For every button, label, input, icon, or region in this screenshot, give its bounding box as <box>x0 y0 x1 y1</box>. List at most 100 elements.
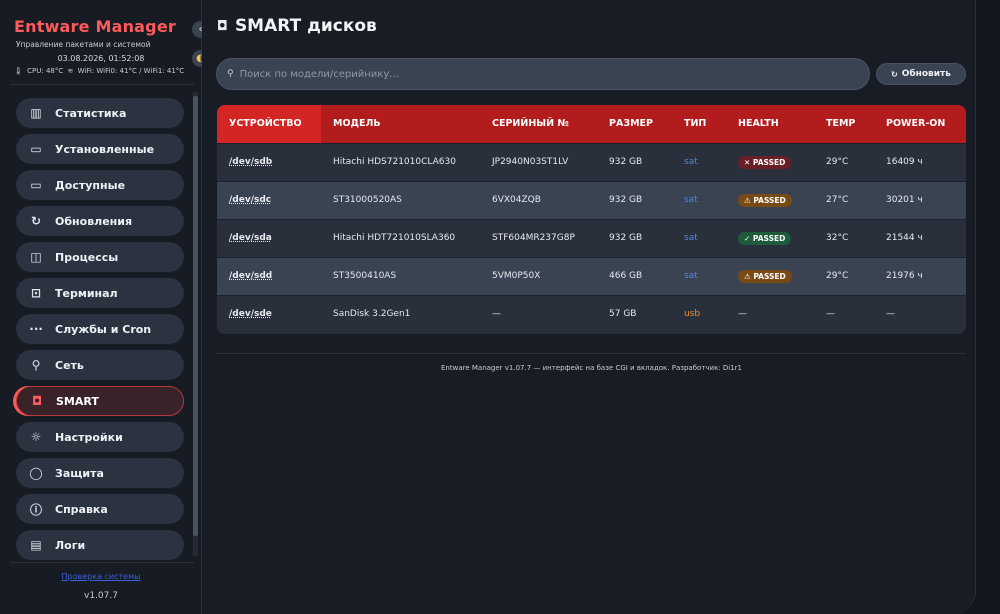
wifi-icon: ≋ <box>67 67 74 75</box>
network-icon: ⚲ <box>31 358 41 372</box>
brand-title: Entware Manager <box>14 17 176 36</box>
page-title-text: SMART дисков <box>234 16 377 36</box>
sidebar-scrollbar-thumb[interactable] <box>193 96 198 536</box>
col-header-serial[interactable]: СЕРИЙНЫЙ № <box>480 105 597 143</box>
table-header-row: УСТРОЙСТВО МОДЕЛЬ СЕРИЙНЫЙ № РАЗМЕР ТИП … <box>217 105 966 143</box>
sidebar-footer-divider <box>10 562 194 563</box>
main-divider <box>217 353 966 354</box>
table-row[interactable]: /dev/sda Hitachi HDT721010SLA360 STF604MR2… <box>217 219 966 257</box>
health-cell: ✓ PASSED <box>726 219 814 257</box>
refresh-button[interactable]: ↻ Обновить <box>876 63 966 85</box>
health-badge: ⚠ PASSED <box>738 193 792 207</box>
page-footer: Entware Manager v1.07.7 — интерфейс на б… <box>440 364 742 372</box>
main-panel: ◘ SMART дисков ⚲ Поиск по модели/серийни… <box>202 0 976 614</box>
col-header-power-on[interactable]: POWER-ON <box>874 105 966 143</box>
thermometer-icon: 🌡 <box>14 67 23 75</box>
size-cell: 57 GB <box>609 309 637 320</box>
sidebar-version: v1.07.7 <box>84 591 118 601</box>
table-row[interactable]: /dev/sde SanDisk 3.2Gen1 — 57 GB usb — — — <box>217 295 966 333</box>
col-header-type[interactable]: ТИП <box>672 105 726 143</box>
temp-cell: 32°C <box>826 233 849 243</box>
col-header-device[interactable]: УСТРОЙСТВО <box>217 105 321 143</box>
device-cell[interactable]: /dev/sda <box>217 219 321 257</box>
search-input[interactable]: ⚲ Поиск по модели/серийнику... <box>216 58 870 90</box>
sidebar-item-0[interactable]: ▥ Статистика <box>16 98 184 128</box>
table-row[interactable]: /dev/sdd ST3500410AS 5VM0P50X 466 GB sat ⚠ PA… <box>217 257 966 295</box>
sidebar-item-label: Доступные <box>55 178 126 192</box>
sidebar-item-8[interactable]: ◘ SMART <box>16 386 184 416</box>
health-cell: ⚠ PASSED <box>726 257 814 295</box>
stats-icon: ▥ <box>30 106 42 120</box>
sidebar-item-11[interactable]: ⓘ Справка <box>16 494 184 524</box>
sidebar-item-6[interactable]: ∙∙∙ Службы и Cron <box>16 314 184 344</box>
sidebar-item-10[interactable]: ◯ Защита <box>16 458 184 488</box>
refresh-icon: ↻ <box>30 214 42 228</box>
dots-icon: ∙∙∙ <box>29 322 43 336</box>
sidebar-item-1[interactable]: ▭ Установленные <box>16 134 184 164</box>
sidebar-item-9[interactable]: ☼ Настройки <box>16 422 184 452</box>
cpu-temp: CPU: 48°C <box>27 67 64 75</box>
sidebar-nav: ▥ Статистика ▭ Установленные ▭ Доступные ↻ Обно… <box>16 98 184 566</box>
disk-icon: ◘ <box>31 394 43 408</box>
model-cell: Hitachi HDS721010CLA630 <box>333 157 456 167</box>
col-header-size[interactable]: РАЗМЕР <box>597 105 672 143</box>
app-root: Entware Manager Управление пакетами и си… <box>0 0 1000 614</box>
device-cell[interactable]: /dev/sdc <box>217 181 321 219</box>
sidebar-item-label: Настройки <box>55 430 123 444</box>
size-cell: 932 GB <box>609 233 643 243</box>
health-cell: ✕ PASSED <box>726 143 814 181</box>
sidebar: Entware Manager Управление пакетами и си… <box>0 0 209 614</box>
power-on-cell: 30201 ч <box>886 195 923 205</box>
serial-cell: — <box>492 309 501 320</box>
sidebar-item-5[interactable]: ⊡ Терминал <box>16 278 184 308</box>
size-cell: 466 GB <box>609 271 643 281</box>
disk-icon: ◘ <box>217 18 228 34</box>
sidebar-item-label: Обновления <box>55 214 133 228</box>
power-on-cell: 16409 ч <box>886 157 923 167</box>
sidebar-item-label: Службы и Cron <box>55 322 152 336</box>
type-cell: sat <box>684 233 698 243</box>
health-cell: ⚠ PASSED <box>726 181 814 219</box>
sidebar-item-label: Установленные <box>55 142 155 156</box>
sidebar-item-3[interactable]: ↻ Обновления <box>16 206 184 236</box>
page-title: ◘ SMART дисков <box>217 16 377 36</box>
sensor-readout: 🌡 CPU: 48°C ≋ WiFi: WiFi0: 41°C / WiFi1:… <box>14 67 186 75</box>
col-header-temp[interactable]: TEMP <box>814 105 874 143</box>
sidebar-item-12[interactable]: ▤ Логи <box>16 530 184 560</box>
type-cell: sat <box>684 157 698 167</box>
sidebar-item-label: Процессы <box>55 250 119 264</box>
table-row[interactable]: /dev/sdb Hitachi HDS721010CLA630 JP2940N03… <box>217 143 966 181</box>
power-on-cell: — <box>886 309 895 320</box>
type-cell: sat <box>684 271 698 281</box>
health-badge: ⚠ PASSED <box>738 269 792 283</box>
smart-table: УСТРОЙСТВО МОДЕЛЬ СЕРИЙНЫЙ № РАЗМЕР ТИП … <box>217 105 966 334</box>
sidebar-item-2[interactable]: ▭ Доступные <box>16 170 184 200</box>
terminal-icon: ⊡ <box>30 286 42 300</box>
brand-subtitle: Управление пакетами и системой <box>16 40 151 49</box>
sidebar-item-label: Логи <box>55 538 86 552</box>
table-row[interactable]: /dev/sdc ST31000520AS 6VX04ZQB 932 GB sat ⚠ P… <box>217 181 966 219</box>
sidebar-divider <box>10 84 194 85</box>
serial-cell: STF604MR237G8P <box>492 233 575 243</box>
system-check-link[interactable]: Проверка системы <box>0 572 202 581</box>
size-cell: 932 GB <box>609 157 643 167</box>
shield-icon: ◯ <box>29 466 43 480</box>
device-cell[interactable]: /dev/sdb <box>217 143 321 181</box>
sidebar-item-7[interactable]: ⚲ Сеть <box>16 350 184 380</box>
device-cell[interactable]: /dev/sde <box>217 295 321 333</box>
serial-cell: JP2940N03ST1LV <box>492 157 569 167</box>
col-header-model[interactable]: МОДЕЛЬ <box>321 105 480 143</box>
temp-cell: — <box>826 309 835 320</box>
model-cell: SanDisk 3.2Gen1 <box>333 309 411 320</box>
type-cell: sat <box>684 195 698 205</box>
sidebar-item-label: Защита <box>55 466 104 480</box>
device-cell[interactable]: /dev/sdd <box>217 257 321 295</box>
sidebar-item-4[interactable]: ◫ Процессы <box>16 242 184 272</box>
sidebar-item-label: Сеть <box>55 358 84 372</box>
col-header-health[interactable]: HEALTH <box>726 105 814 143</box>
size-cell: 932 GB <box>609 195 643 205</box>
health-cell: — <box>738 309 747 320</box>
type-cell: usb <box>684 309 701 320</box>
temp-cell: 29°C <box>826 157 849 167</box>
model-cell: ST3500410AS <box>333 271 397 281</box>
